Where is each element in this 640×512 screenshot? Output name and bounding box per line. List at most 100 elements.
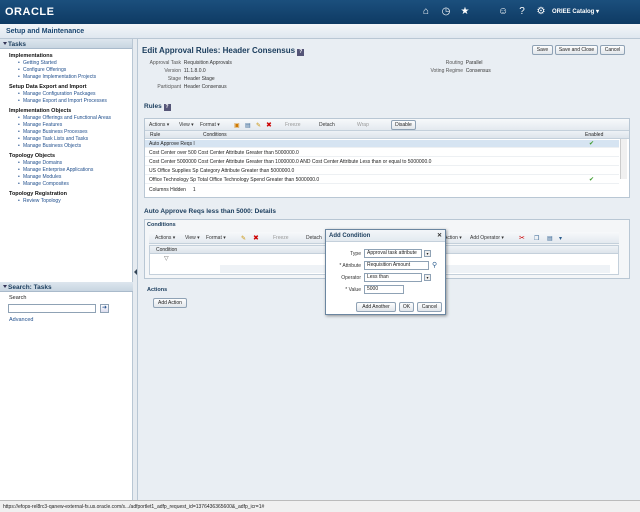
task-section-heading: Implementations [9, 53, 53, 59]
conditions-column[interactable]: Conditions [203, 132, 227, 138]
edit-pencil-icon[interactable]: ✎ [256, 122, 261, 129]
freeze-button[interactable]: Freeze [285, 122, 301, 128]
type-label: Type [350, 251, 361, 257]
tasks-header[interactable]: Tasks [0, 39, 132, 49]
value-input[interactable]: 5000 [364, 285, 404, 294]
add-another-button[interactable]: Add Another [356, 302, 396, 312]
close-icon[interactable]: ✕ [437, 232, 442, 239]
gear-icon[interactable]: ⚙ [536, 7, 546, 17]
edit-pencil-icon[interactable]: ✎ [241, 235, 246, 242]
table-row[interactable]: Cost Center over 500 Cost Center Attribu… [145, 149, 619, 157]
advanced-search-link[interactable]: Advanced [9, 317, 33, 323]
copy-icon[interactable]: ❐ [534, 235, 539, 242]
table-row[interactable]: Auto Approve Reqs l ✔ [145, 140, 619, 148]
task-link[interactable]: Manage Configuration Packages [18, 91, 132, 97]
actions-menu[interactable]: Actions ▾ [149, 122, 169, 128]
format-menu[interactable]: Format ▾ [200, 122, 220, 128]
cond-freeze-button[interactable]: Freeze [273, 235, 289, 241]
value-label: * Value [345, 287, 361, 293]
ok-button[interactable]: OK [399, 302, 414, 312]
chevron-down-icon[interactable]: ▾ [424, 250, 431, 257]
cond-detach-button[interactable]: Detach [306, 235, 322, 241]
task-link[interactable]: Manage Features [18, 122, 132, 128]
cond-format-menu[interactable]: Format ▾ [206, 235, 226, 241]
rules-table-header: Rule Conditions Enabled [145, 131, 629, 139]
rules-title-text: Rules [144, 103, 162, 110]
columns-hidden: Columns Hidden 1 [149, 187, 196, 193]
collapse-arrow-icon[interactable] [134, 269, 137, 275]
info-key: Approval Task [149, 60, 181, 66]
search-go-button[interactable]: ➜ [100, 304, 109, 313]
star-icon[interactable]: ★ [460, 7, 470, 17]
add-rule-icon[interactable]: ▣ [234, 122, 240, 129]
cond-action-menu[interactable]: Action ▾ [444, 235, 462, 241]
help-icon[interactable]: ? [297, 49, 305, 56]
task-link[interactable]: Manage Offerings and Functional Areas [18, 115, 132, 121]
task-link[interactable]: Manage Business Objects [18, 143, 132, 149]
table-row[interactable]: Cost Center 5000000 Cost Center Attribut… [145, 158, 619, 166]
more-icon[interactable]: ▾ [559, 235, 562, 242]
task-link[interactable]: Manage Domains [18, 160, 132, 166]
attribute-input[interactable]: Requisition Amount [364, 261, 429, 270]
info-key: Voting Regime [430, 68, 463, 74]
task-link[interactable]: Manage Enterprise Applications [18, 167, 132, 173]
add-action-button[interactable]: Add Action [153, 298, 187, 308]
filter-icon[interactable]: ▽ [164, 255, 169, 262]
catalog-menu[interactable]: ORIEE Catalog ▾ [552, 8, 599, 15]
help-icon[interactable]: ? [163, 104, 171, 111]
table-row[interactable]: Office Technology Sp Total Office Techno… [145, 176, 619, 184]
save-and-close-button[interactable]: Save and Close [555, 45, 598, 55]
cut-icon[interactable]: ✂ [519, 234, 525, 242]
left-panel: Tasks ImplementationsGetting StartedConf… [0, 39, 133, 500]
task-link[interactable]: Manage Task Lists and Tasks [18, 136, 132, 142]
enabled-column[interactable]: Enabled [585, 132, 603, 138]
view-menu[interactable]: View ▾ [179, 122, 194, 128]
search-input[interactable] [8, 304, 96, 313]
cond-actions-menu[interactable]: Actions ▾ [155, 235, 175, 241]
dialog-cancel-button[interactable]: Cancel [417, 302, 442, 312]
edit-rules-title-text: Edit Approval Rules: Header Consensus [142, 46, 296, 55]
home-icon[interactable]: ⌂ [421, 7, 431, 17]
add-operator-menu[interactable]: Add Operator ▾ [470, 235, 504, 241]
task-link[interactable]: Configure Offerings [18, 67, 132, 73]
cond-view-menu[interactable]: View ▾ [185, 235, 200, 241]
wrap-button[interactable]: Wrap [357, 122, 369, 128]
delete-icon[interactable]: ✖ [253, 234, 259, 242]
info-row: Participant Header Consensus [142, 84, 226, 90]
disable-button[interactable]: Disable [391, 120, 416, 130]
task-link[interactable]: Getting Started [18, 60, 132, 66]
search-header[interactable]: Search: Tasks [0, 282, 133, 292]
cancel-button[interactable]: Cancel [600, 45, 625, 55]
save-button[interactable]: Save [532, 45, 553, 55]
accessibility-icon[interactable]: ☺ [498, 7, 508, 17]
task-list: ImplementationsGetting StartedConfigure … [0, 53, 132, 204]
type-select[interactable]: Approval task attribute [364, 249, 422, 258]
task-link[interactable]: Manage Export and Import Processes [18, 98, 132, 104]
task-link[interactable]: Manage Business Processes [18, 129, 132, 135]
paste-icon[interactable]: ▤ [547, 235, 553, 242]
attribute-label: * Attribute [339, 263, 361, 269]
conditions-title: Conditions [147, 222, 176, 228]
task-link[interactable]: Manage Implementation Projects [18, 74, 132, 80]
top-bar: ORACLE ⌂ ◷ ★ ☺ ? ⚙ ORIEE Catalog ▾ [0, 0, 640, 24]
search-icon[interactable]: ⚲ [432, 261, 437, 269]
task-link[interactable]: Manage Composites [18, 181, 132, 187]
clock-icon[interactable]: ◷ [441, 7, 451, 17]
dialog-title: Add Condition ✕ [326, 230, 445, 242]
task-link[interactable]: Manage Modules [18, 174, 132, 180]
duplicate-icon[interactable]: ▤ [245, 122, 251, 129]
rules-toolbar: Actions ▾ View ▾ Format ▾ ▣ ▤ ✎ ✖ Freeze… [145, 119, 629, 131]
detach-button[interactable]: Detach [319, 122, 335, 128]
rules-scrollbar[interactable] [620, 139, 627, 179]
info-key: Routing [445, 60, 463, 66]
delete-icon[interactable]: ✖ [266, 121, 272, 129]
search-label: Search [9, 295, 27, 301]
condition-column[interactable]: Condition [156, 247, 177, 253]
operator-select[interactable]: Less than [364, 273, 422, 282]
rule-column[interactable]: Rule [150, 132, 160, 138]
table-row[interactable]: US Office Supplies Sp Category Attribute… [145, 167, 619, 175]
info-row: Approval Task Requisition Approvals [142, 60, 232, 66]
help-icon[interactable]: ? [517, 7, 527, 17]
chevron-down-icon[interactable]: ▾ [424, 274, 431, 281]
task-link[interactable]: Review Topology [18, 198, 132, 204]
